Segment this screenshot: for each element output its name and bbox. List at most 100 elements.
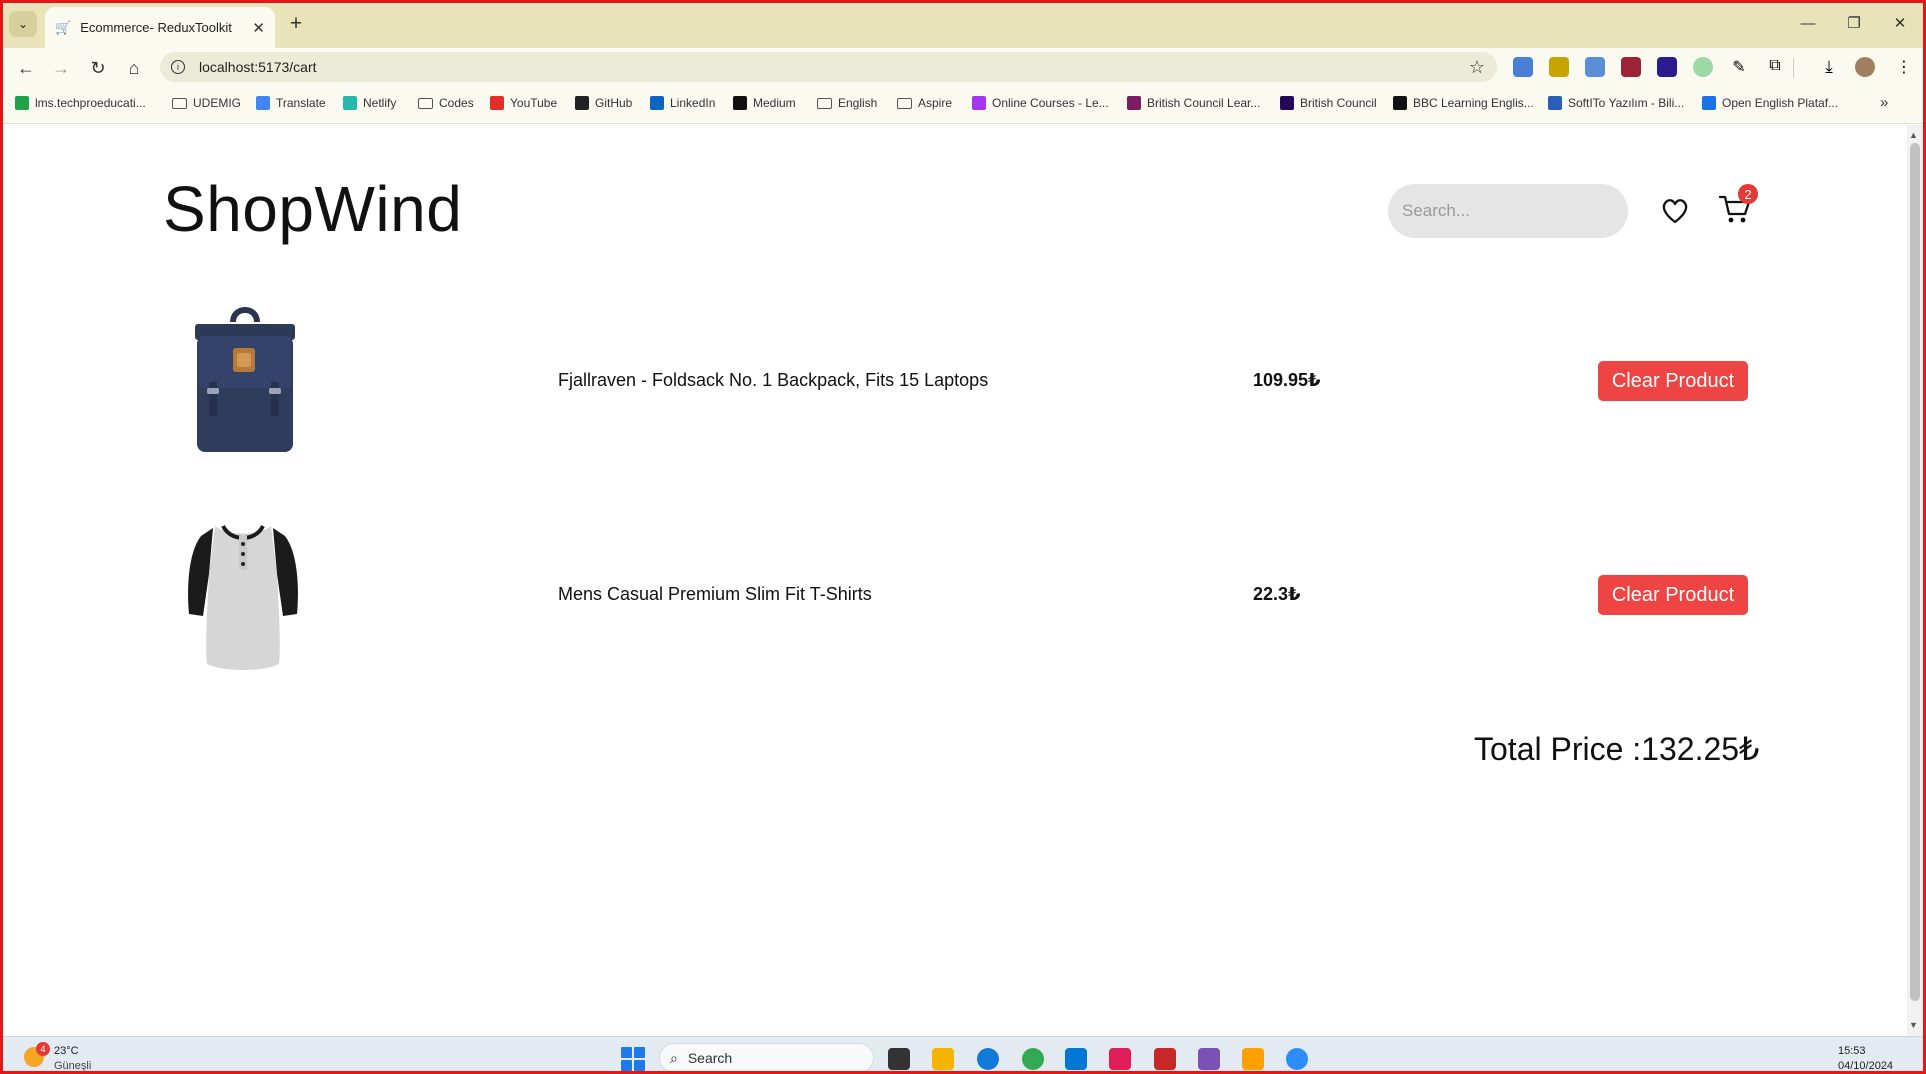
tab-search-button[interactable]: ⌄ [9,11,37,37]
vscode-icon[interactable] [1065,1048,1087,1070]
translate-icon [256,96,270,110]
bookmark-label: GitHub [595,96,633,110]
bookmark-item[interactable]: YouTube [490,96,557,110]
bookmark-item[interactable]: Aspire [897,96,952,110]
bookmark-label: SoftITo Yazılım - Bili... [1568,96,1685,110]
firebase-icon[interactable] [1242,1048,1264,1070]
bookmark-label: English [838,96,878,110]
cart-item-row: Mens Casual Premium Slim Fit T-Shirts 22… [163,514,1748,674]
taskbar-search[interactable]: ⌕ Search [659,1043,874,1073]
bookmark-item[interactable]: Medium [733,96,796,110]
bookmark-item[interactable]: SoftITo Yazılım - Bili... [1548,96,1684,110]
weather-description[interactable]: Güneşli [54,1060,91,1072]
url-text[interactable]: localhost:5173/cart [199,59,1469,75]
extensions-puzzle-icon[interactable]: ⧉ [1765,57,1785,77]
british-council-icon [1280,96,1294,110]
close-window-button[interactable]: ✕ [1877,0,1923,46]
bookmark-star-icon[interactable]: ☆ [1469,57,1485,78]
clear-product-button[interactable]: Clear Product [1598,575,1748,615]
back-button[interactable]: ← [12,54,40,82]
bookmark-label: British Council [1300,96,1377,110]
cart-count-badge: 2 [1738,184,1758,204]
bookmark-item[interactable]: British Council Lear... [1127,96,1260,110]
task-view-icon[interactable] [888,1048,910,1070]
file-explorer-icon[interactable] [932,1048,954,1070]
bootstrap-icon[interactable] [1198,1048,1220,1070]
bookmark-label: LinkedIn [670,96,716,110]
total-price-label: Total Price : [1474,731,1642,767]
close-tab-icon[interactable]: ✕ [252,19,265,37]
scrollbar-thumb[interactable] [1910,143,1920,1001]
bookmark-item[interactable]: UDEMIG [172,96,241,110]
download-icon[interactable]: ⤓ [1819,57,1839,77]
bookmark-item[interactable]: LinkedIn [650,96,715,110]
netlify-icon [343,96,357,110]
total-price-value: 132.25₺ [1641,731,1760,767]
page-icon [1702,96,1716,110]
weather-temperature[interactable]: 23°C [54,1045,79,1057]
bookmark-item[interactable]: Translate [256,96,326,110]
reload-button[interactable]: ↻ [84,54,112,82]
extension-icon[interactable] [1549,57,1569,77]
extension-icon[interactable] [1585,57,1605,77]
bookmark-label: Medium [753,96,796,110]
bookmark-item[interactable]: Codes [418,96,474,110]
edge-icon[interactable] [977,1048,999,1070]
bookmark-label: lms.techproeducati... [35,96,146,110]
eyedropper-icon[interactable]: ✎ [1729,57,1749,77]
home-button[interactable]: ⌂ [120,54,148,82]
extension-icon[interactable] [1693,57,1713,77]
bookmarks-overflow-icon[interactable]: » [1880,94,1888,111]
search-input[interactable] [1402,201,1623,221]
snipping-tool-icon[interactable] [1154,1048,1176,1070]
bookmark-label: Open English Plataf... [1722,96,1839,110]
backpack-product-image[interactable] [173,300,313,460]
browser-tab-active[interactable]: 🛒 Ecommerce- ReduxToolkit ✕ [45,7,275,48]
cart-item-name[interactable]: Fjallraven - Foldsack No. 1 Backpack, Fi… [558,370,988,391]
bookmark-item[interactable]: British Council [1280,96,1377,110]
weather-badge: 4 [36,1042,50,1056]
profile-avatar[interactable] [1855,57,1875,77]
bookmark-item[interactable]: GitHub [575,96,632,110]
wishlist-heart-icon[interactable] [1660,196,1690,226]
extension-icon[interactable] [1657,57,1677,77]
tshirt-product-image[interactable] [173,514,313,674]
new-tab-button[interactable]: + [283,11,309,37]
bookmark-item[interactable]: English [817,96,877,110]
translate-extension-icon[interactable] [1513,57,1533,77]
windows-start-icon[interactable] [621,1047,645,1071]
bookmark-item[interactable]: lms.techproeducati... [15,96,146,110]
site-info-icon[interactable]: i [171,60,185,74]
zoom-icon[interactable] [1286,1048,1308,1070]
medium-icon [733,96,747,110]
restore-window-button[interactable]: ❐ [1831,0,1877,46]
tab-title: Ecommerce- ReduxToolkit [80,20,232,35]
youtube-icon [490,96,504,110]
udemy-icon [972,96,986,110]
minimize-window-button[interactable]: — [1785,0,1831,46]
bookmark-item[interactable]: BBC Learning Englis... [1393,96,1534,110]
extension-icon[interactable] [1621,57,1641,77]
clear-product-button[interactable]: Clear Product [1598,361,1748,401]
tab-strip: ⌄ 🛒 Ecommerce- ReduxToolkit ✕ + — ❐ ✕ [0,0,1926,48]
forward-button[interactable]: → [47,54,75,82]
linkedin-icon [650,96,664,110]
bookmark-item[interactable]: Online Courses - Le... [972,96,1109,110]
clock-time[interactable]: 15:53 [1838,1045,1866,1057]
bookmark-item[interactable]: Open English Plataf... [1702,96,1838,110]
bookmark-label: Online Courses - Le... [992,96,1109,110]
british-council-icon [1127,96,1141,110]
scroll-up-arrow-icon[interactable]: ▲ [1909,130,1918,140]
clock-date[interactable]: 04/10/2024 [1838,1060,1893,1072]
scroll-down-arrow-icon[interactable]: ▼ [1909,1020,1918,1030]
slack-icon[interactable] [1109,1048,1131,1070]
chrome-icon[interactable] [1022,1048,1044,1070]
bookmark-item[interactable]: Netlify [343,96,396,110]
bookmark-label: UDEMIG [193,96,241,110]
total-price: Total Price :132.25₺ [1474,730,1759,768]
brand-logo[interactable]: ShopWind [163,172,462,246]
menu-kebab-icon[interactable]: ⋮ [1894,57,1914,77]
address-bar[interactable]: i localhost:5173/cart ☆ [160,52,1497,82]
bookmark-label: BBC Learning Englis... [1413,96,1534,110]
cart-item-name[interactable]: Mens Casual Premium Slim Fit T-Shirts [558,584,872,605]
